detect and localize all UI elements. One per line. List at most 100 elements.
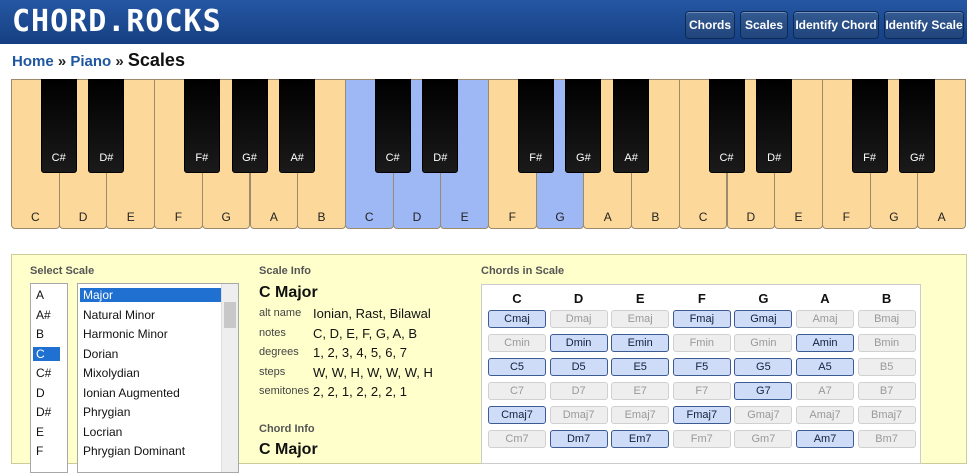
chord-chip[interactable]: D7	[549, 382, 608, 400]
scale-type-item[interactable]: Ionian Augmented	[80, 386, 221, 400]
black-key-label: C#	[719, 152, 734, 164]
chord-chip[interactable]: Emin	[611, 334, 670, 352]
scale-type-item[interactable]: Mixolydian	[80, 366, 221, 380]
black-key[interactable]: A#	[279, 79, 316, 173]
scale-type-list[interactable]: Phrygian Dominant Locrian Phrygian Ionian A…	[77, 283, 239, 473]
nav-scales-button[interactable]: Scales	[740, 11, 788, 39]
scale-list-scrollbar[interactable]	[221, 284, 238, 472]
chord-chip[interactable]: A7	[796, 382, 854, 400]
chord-chip[interactable]: Bmaj	[857, 310, 916, 328]
black-key[interactable]: D#	[422, 79, 459, 173]
scale-info-label: notes	[259, 326, 286, 339]
scale-panel: Select Scale A A# B C C# D D# E F Phrygian Domin…	[11, 254, 967, 473]
scale-type-item[interactable]: Natural Minor	[80, 308, 221, 322]
chord-chip[interactable]: Em7	[611, 430, 670, 448]
root-note-item[interactable]: A	[33, 288, 60, 302]
chord-chip[interactable]: Cmin	[488, 334, 546, 352]
black-key[interactable]: G#	[899, 79, 936, 173]
chord-chip[interactable]: Fmaj7	[672, 406, 731, 424]
chord-chip[interactable]: Dmaj	[549, 310, 608, 328]
chord-chip[interactable]: C5	[488, 358, 546, 376]
root-note-item[interactable]: D#	[33, 405, 60, 419]
scale-type-item[interactable]: Dorian	[80, 347, 221, 361]
root-note-item[interactable]: C#	[33, 366, 60, 380]
page-title: Scales	[127, 50, 185, 70]
scale-type-item[interactable]: Locrian	[80, 425, 221, 439]
white-key-label: D	[78, 210, 88, 224]
chord-chip[interactable]: B5	[857, 358, 916, 376]
black-key[interactable]: D#	[88, 79, 125, 173]
chord-chip[interactable]: Cmaj	[488, 310, 546, 328]
chord-chip[interactable]: Am7	[796, 430, 854, 448]
white-key-label: F	[508, 210, 517, 224]
black-key-label: G#	[576, 152, 591, 164]
scale-info-value: 1, 2, 3, 4, 5, 6, 7	[313, 345, 407, 360]
breadcrumb-home-link[interactable]: Home	[12, 53, 54, 70]
black-key[interactable]: G#	[231, 79, 268, 173]
chord-chip[interactable]: C7	[488, 382, 546, 400]
chord-chip[interactable]: Bm7	[857, 430, 916, 448]
root-note-item[interactable]: C	[33, 346, 60, 361]
chord-chip[interactable]: Cm7	[488, 430, 546, 448]
scale-type-item[interactable]: Phrygian	[80, 405, 221, 419]
chord-chip[interactable]: Fm7	[672, 430, 731, 448]
chord-chip[interactable]: G7	[734, 382, 793, 400]
chord-chip[interactable]: Gmin	[734, 334, 793, 352]
chord-chip[interactable]: F5	[672, 358, 731, 376]
chord-chip[interactable]: A5	[796, 358, 854, 376]
black-key[interactable]: D#	[756, 79, 793, 173]
white-key-label: G	[221, 210, 231, 224]
black-key[interactable]: F#	[851, 79, 888, 173]
chord-chip[interactable]: Gmaj7	[734, 406, 793, 424]
nav-chords-button[interactable]: Chords	[685, 11, 735, 39]
chord-chip[interactable]: Amaj	[796, 310, 854, 328]
scrollbar-thumb[interactable]	[224, 302, 236, 328]
scale-type-item[interactable]: Major	[80, 288, 221, 302]
breadcrumb-separator: »	[57, 53, 67, 70]
black-key[interactable]: F#	[517, 79, 554, 173]
scale-type-item[interactable]: Phrygian Dominant	[80, 444, 221, 458]
chord-chip[interactable]: Fmin	[672, 334, 731, 352]
black-key[interactable]: A#	[613, 79, 650, 173]
chord-chip[interactable]: Bmaj7	[857, 406, 916, 424]
root-note-item[interactable]: E	[33, 425, 60, 439]
black-key[interactable]: C#	[40, 79, 77, 173]
chord-chip[interactable]: F7	[672, 382, 731, 400]
black-key[interactable]: C#	[374, 79, 411, 173]
nav-identify-scale-button[interactable]: Identify Scale	[884, 11, 964, 39]
chord-chip[interactable]: Amin	[796, 334, 854, 352]
chord-chip[interactable]: Emaj	[611, 310, 670, 328]
breadcrumb-piano-link[interactable]: Piano	[70, 53, 111, 70]
black-key[interactable]: G#	[565, 79, 602, 173]
black-key[interactable]: C#	[708, 79, 745, 173]
chord-chip[interactable]: Dmaj7	[549, 406, 608, 424]
site-logo[interactable]: CHORD.ROCKS	[12, 4, 222, 39]
white-key-label: B	[317, 210, 326, 224]
root-note-item[interactable]: D	[33, 386, 60, 400]
chord-chip[interactable]: Fmaj	[672, 310, 731, 328]
nav-identify-chord-button[interactable]: Identify Chord	[793, 11, 879, 39]
white-key-label: A	[937, 210, 946, 224]
chord-column-header: E	[635, 291, 645, 306]
scale-info-value: 2, 2, 1, 2, 2, 2, 1	[313, 384, 407, 399]
root-note-item[interactable]: F	[33, 444, 60, 458]
chord-chip[interactable]: Dmin	[549, 334, 608, 352]
chord-chip[interactable]: D5	[549, 358, 608, 376]
black-key[interactable]: F#	[183, 79, 220, 173]
chord-column-header: A	[820, 291, 830, 306]
chord-chip[interactable]: B7	[857, 382, 916, 400]
root-note-item[interactable]: A#	[33, 308, 60, 322]
chord-chip[interactable]: G5	[734, 358, 793, 376]
chord-chip[interactable]: E7	[611, 382, 670, 400]
chord-chip[interactable]: E5	[611, 358, 670, 376]
chord-chip[interactable]: Amaj7	[796, 406, 854, 424]
scale-type-item[interactable]: Harmonic Minor	[80, 327, 221, 341]
chord-chip[interactable]: Gmaj	[734, 310, 793, 328]
root-note-list[interactable]: A A# B C C# D D# E F	[30, 283, 68, 473]
chord-chip[interactable]: Dm7	[549, 430, 608, 448]
chord-chip[interactable]: Gm7	[734, 430, 793, 448]
chord-chip[interactable]: Bmin	[857, 334, 916, 352]
chord-chip[interactable]: Cmaj7	[488, 406, 546, 424]
chord-chip[interactable]: Emaj7	[611, 406, 670, 424]
root-note-item[interactable]: B	[33, 327, 60, 341]
